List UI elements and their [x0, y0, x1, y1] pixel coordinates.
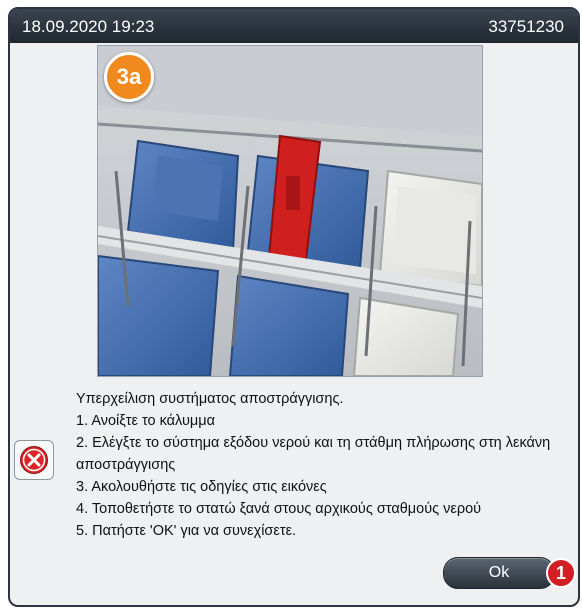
message-line: 2. Ελέγξτε το σύστημα εξόδου νερού και τ… — [76, 435, 551, 473]
ok-button[interactable]: Ok — [443, 557, 555, 589]
message-line: 5. Πατήστε 'ΟΚ' για να συνεχίσετε. — [76, 523, 297, 539]
message-title: Υπερχείλιση συστήματος αποστράγγισης. — [76, 391, 344, 407]
step-badge: 3a — [104, 52, 154, 102]
datetime-label: 18.09.2020 19:23 — [22, 17, 155, 36]
message-line: 3. Ακολουθήστε τις οδηγίες στις εικόνες — [76, 479, 327, 495]
message-line: 4. Τοποθετήστε το στατώ ξανά στους αρχικ… — [76, 501, 482, 517]
error-icon — [20, 446, 48, 474]
error-icon-frame — [14, 440, 54, 480]
instruction-image: 3a — [97, 45, 483, 377]
message-text: Υπερχείλιση συστήματος αποστράγγισης. 1.… — [76, 388, 566, 542]
callout-number-badge: 1 — [546, 558, 576, 588]
title-bar: 18.09.2020 19:23 33751230 — [10, 9, 578, 43]
device-id-label: 33751230 — [488, 17, 564, 36]
message-line: 1. Ανοίξτε το κάλυμμα — [76, 413, 215, 429]
instruction-photo-illustration — [98, 46, 482, 376]
